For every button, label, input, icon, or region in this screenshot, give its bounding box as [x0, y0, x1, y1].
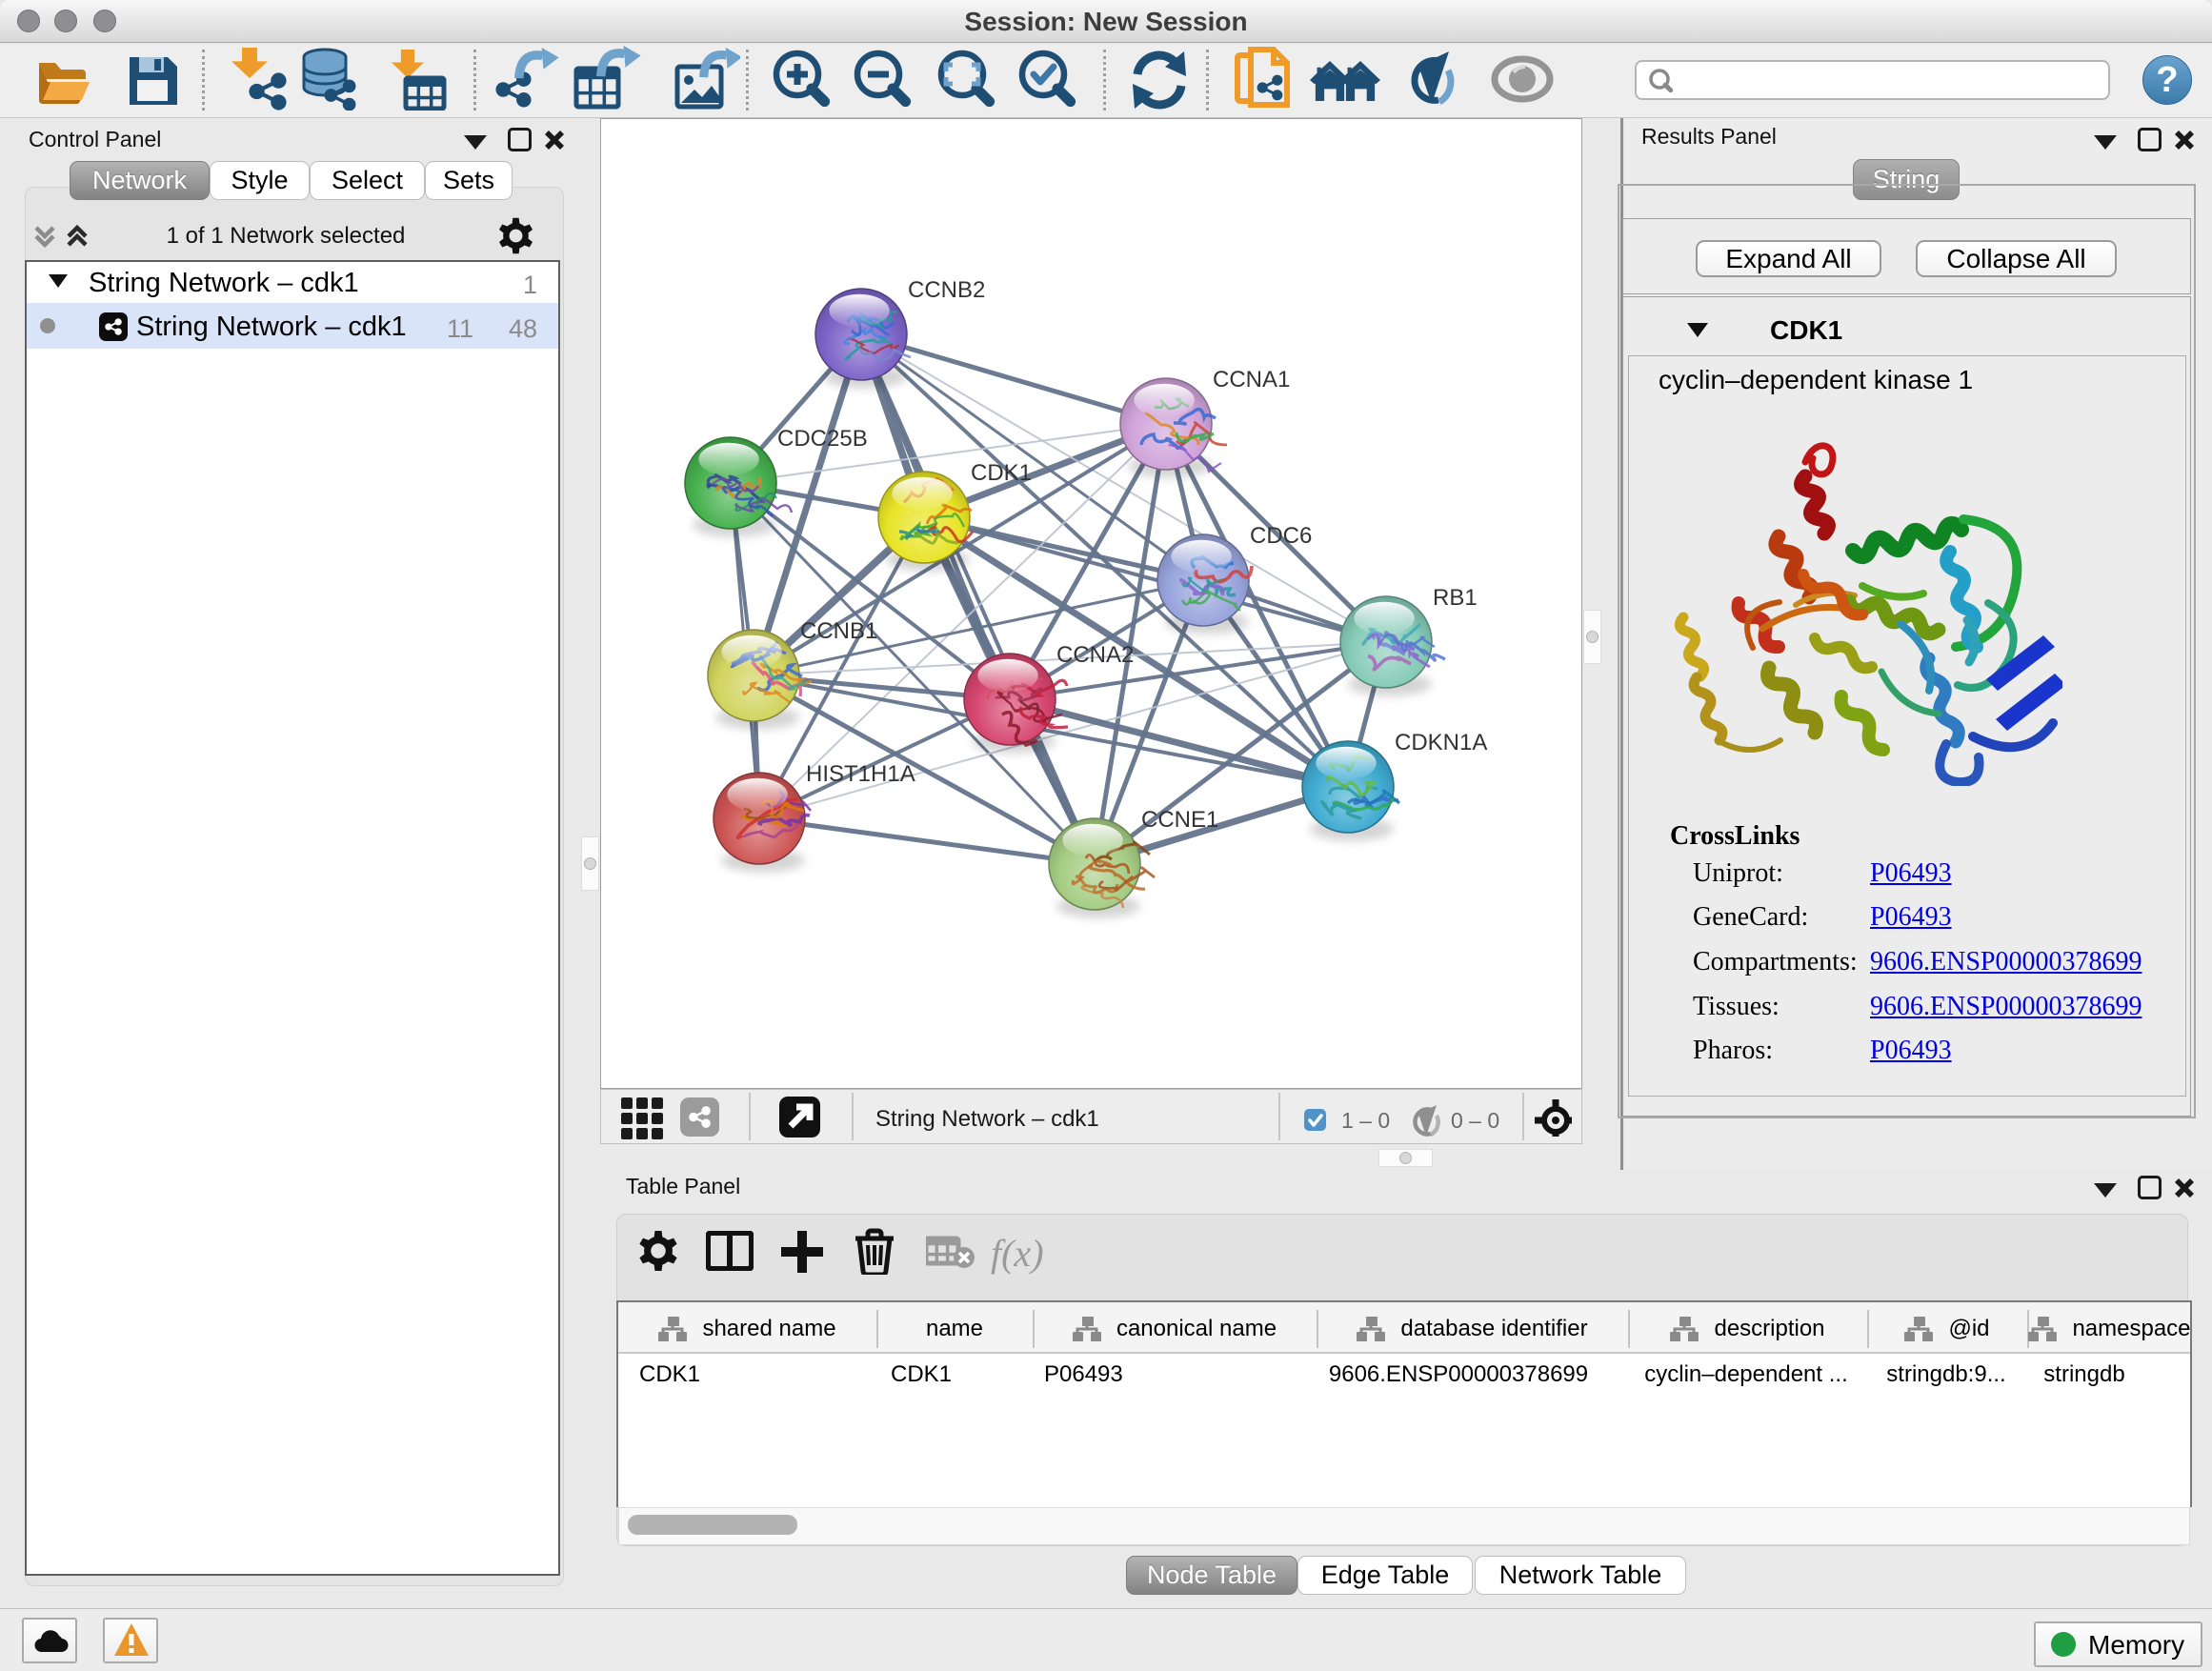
svg-text:HIST1H1A: HIST1H1A [806, 761, 915, 787]
svg-text:CCNA1: CCNA1 [1213, 367, 1290, 393]
svg-text:CCNB1: CCNB1 [800, 618, 877, 644]
svg-text:CDC25B: CDC25B [777, 426, 868, 452]
svg-text:RB1: RB1 [1433, 585, 1478, 611]
svg-text:CDK1: CDK1 [971, 460, 1032, 486]
svg-text:CCNB2: CCNB2 [908, 277, 985, 303]
svg-text:CDKN1A: CDKN1A [1395, 730, 1487, 755]
svg-text:CCNE1: CCNE1 [1141, 807, 1218, 833]
svg-text:CDC6: CDC6 [1250, 523, 1312, 549]
svg-text:CCNA2: CCNA2 [1056, 642, 1134, 668]
